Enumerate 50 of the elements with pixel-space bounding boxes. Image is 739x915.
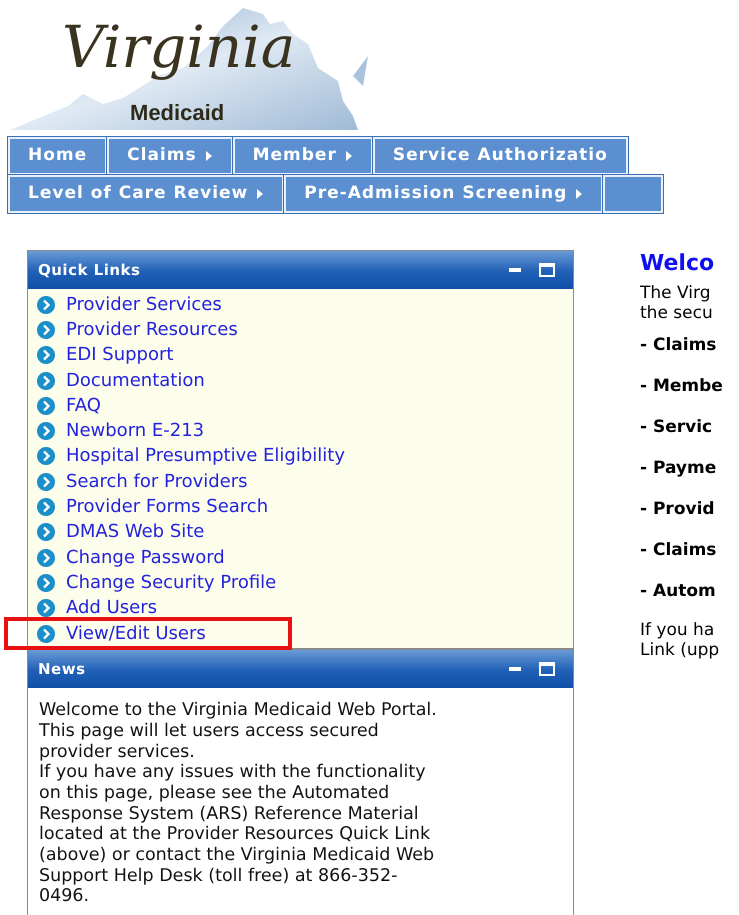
chevron-circle-icon <box>36 497 56 518</box>
quick-link[interactable]: Change Password <box>66 548 225 567</box>
quick-link[interactable]: Provider Services <box>66 296 222 314</box>
minimize-icon[interactable] <box>509 667 521 672</box>
chevron-circle-icon <box>36 598 56 618</box>
quick-link[interactable]: DMAS Web Site <box>66 523 204 542</box>
panel-title: News <box>38 658 86 680</box>
caret-icon <box>344 150 353 162</box>
quick-link[interactable]: Hospital Presumptive Eligibility <box>66 447 345 466</box>
service-item: - Claims <box>640 335 718 356</box>
maximize-icon[interactable] <box>539 263 555 277</box>
chevron-circle-icon <box>36 472 56 492</box>
quick-link[interactable]: EDI Support <box>66 346 174 364</box>
welcome-heading: Welco <box>640 253 716 275</box>
quick-link[interactable]: Change Security Profile <box>66 574 276 592</box>
caret-icon <box>575 188 584 200</box>
quick-link[interactable]: Add Users <box>66 599 157 618</box>
quick-link[interactable]: Documentation <box>66 372 205 390</box>
chevron-circle-icon <box>36 522 56 542</box>
service-item: - Provid <box>640 499 716 520</box>
welcome-footer: If you ha Link (upp <box>640 620 723 660</box>
caret-icon <box>256 188 264 200</box>
chevron-circle-icon <box>36 345 56 366</box>
service-item: - Membe <box>640 376 723 397</box>
news-text: Welcome to the Virginia Medicaid Web Portal. This page will let users access secured provider services. If you have any issues with the functionality on this page, please see the Automated Response System (ARS) Reference Material located at the Provider Resources Quick Link (above) or contact the Virginia Medicaid Web Support Help Desk (toll free) at 866-352- 0496. <box>38 699 438 908</box>
service-item: - Claims <box>640 540 718 561</box>
chevron-circle-icon <box>36 446 56 466</box>
quick-link[interactable]: Search for Providers <box>66 472 248 491</box>
chevron-circle-icon <box>36 320 56 340</box>
quick-link[interactable]: Provider Resources <box>66 320 238 339</box>
caret-icon <box>204 150 213 162</box>
quick-link[interactable]: FAQ <box>66 396 101 415</box>
logo-subtitle: Medicaid <box>130 102 224 124</box>
chevron-circle-icon <box>36 421 56 442</box>
chevron-circle-icon <box>36 370 56 391</box>
quick-link[interactable]: View/Edit Users <box>66 624 206 642</box>
service-item: - Payme <box>640 458 718 479</box>
quick-link[interactable]: Provider Forms Search <box>66 498 268 516</box>
chevron-circle-icon <box>36 294 56 315</box>
quick-link[interactable]: Newborn E-213 <box>66 422 204 440</box>
service-item: - Servic <box>640 417 714 438</box>
panel-title: Quick Links <box>38 260 140 281</box>
chevron-circle-icon <box>36 572 56 593</box>
menu-button[interactable] <box>603 175 664 213</box>
service-item: - Autom <box>640 581 717 602</box>
maximize-icon[interactable] <box>539 662 555 676</box>
chevron-circle-icon <box>36 548 56 568</box>
welcome-intro: The Virg the secu <box>640 283 714 323</box>
chevron-circle-icon <box>36 624 56 644</box>
chevron-circle-icon <box>36 396 56 416</box>
